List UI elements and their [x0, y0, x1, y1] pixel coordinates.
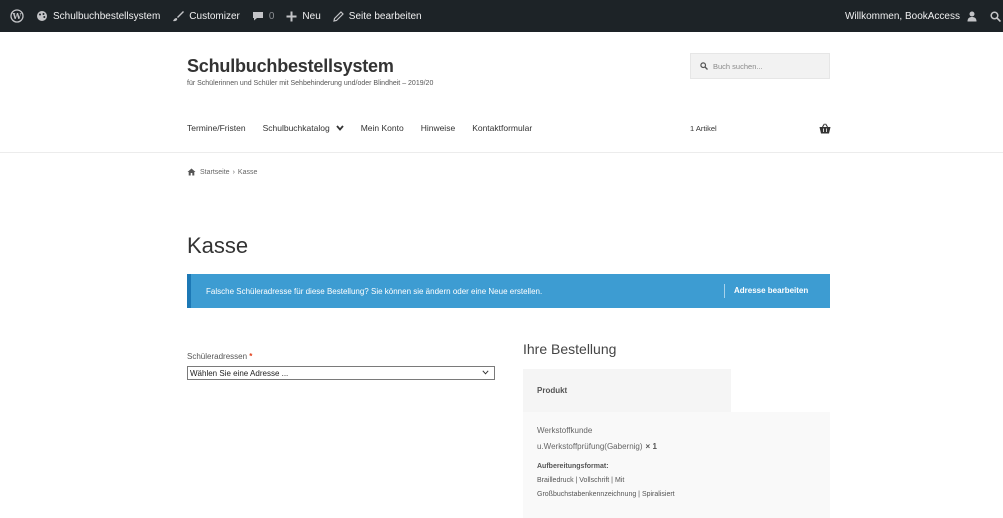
nav-item-label: Schulbuchkatalog — [262, 123, 330, 133]
adminbar-comments-count: 0 — [268, 10, 275, 22]
nav-item-termine[interactable]: Termine/Fristen — [187, 123, 246, 133]
adminbar-site-label: Schulbuchbestellsystem — [53, 10, 161, 22]
user-avatar-icon — [967, 11, 977, 22]
primary-navigation: Termine/Fristen Schulbuchkatalog Mein Ko… — [187, 123, 549, 133]
site-title[interactable]: Schulbuchbestellsystem — [187, 56, 394, 77]
notice-divider — [724, 284, 725, 298]
format-value-line1: Brailledruck | Vollschrift | Mit — [537, 477, 625, 484]
cart-button[interactable] — [819, 121, 831, 139]
comment-icon — [252, 12, 263, 21]
address-select-value: Wählen Sie eine Adresse ... — [190, 368, 289, 378]
product-name-line2-text: u.Werkstoffprüfung(Gabernig) — [537, 442, 643, 451]
brush-icon — [173, 11, 185, 22]
search-icon — [990, 10, 1001, 22]
order-table-header: Produkt — [523, 369, 731, 412]
format-value-line2: Großbuchstabenkennzeichnung | Spiralisie… — [537, 491, 675, 498]
product-name-line1: Werkstoffkunde — [537, 426, 593, 435]
adminbar-comments-link[interactable]: 0 — [246, 0, 281, 32]
basket-icon — [819, 123, 831, 134]
adminbar-customizer-link[interactable]: Customizer — [166, 0, 246, 32]
address-label-text: Schüleradressen — [187, 352, 248, 361]
adminbar-edit-page-link[interactable]: Seite bearbeiten — [327, 0, 428, 32]
adminbar-new-link[interactable]: Neu — [280, 0, 326, 32]
svg-text:W: W — [12, 11, 23, 21]
address-select[interactable]: Wählen Sie eine Adresse ... — [187, 366, 495, 380]
edit-address-button[interactable]: Adresse bearbeiten — [734, 286, 808, 295]
adminbar-customizer-label: Customizer — [189, 10, 240, 22]
nav-item-hinweise[interactable]: Hinweise — [421, 123, 456, 133]
product-quantity: × 1 — [645, 442, 657, 451]
wordpress-icon: W — [10, 9, 24, 23]
chevron-down-icon — [336, 125, 344, 131]
home-icon — [187, 168, 196, 176]
adminbar-new-label: Neu — [302, 10, 321, 22]
breadcrumb-current: Kasse — [237, 168, 258, 176]
notice-message: Falsche Schüleradresse für diese Bestell… — [206, 286, 543, 296]
page-title: Kasse — [187, 233, 249, 258]
adminbar-wordpress-menu[interactable]: W — [0, 0, 30, 32]
search-placeholder: Buch suchen... — [713, 61, 763, 71]
nav-item-kontaktformular[interactable]: Kontaktformular — [472, 123, 532, 133]
nav-item-label: Kontaktformular — [472, 123, 533, 133]
nav-item-label: Hinweise — [420, 123, 456, 133]
adminbar-greeting: Willkommen, BookAccess — [844, 10, 960, 22]
plus-icon — [286, 11, 297, 21]
chevron-down-icon — [482, 370, 489, 375]
format-label: Aufbereitungsformat: — [537, 463, 609, 470]
pencil-icon — [333, 10, 344, 22]
nav-item-label: Termine/Fristen — [187, 123, 246, 133]
adminbar-site-link[interactable]: Schulbuchbestellsystem — [30, 0, 166, 32]
cart-count-link[interactable]: 1 Artikel — [690, 124, 717, 133]
breadcrumb-separator: › — [232, 168, 235, 176]
column-product-label: Produkt — [537, 386, 568, 395]
breadcrumb-home-link[interactable]: Startseite — [200, 169, 230, 176]
search-icon — [700, 62, 708, 70]
product-name-line2: u.Werkstoffprüfung(Gabernig) × 1 — [537, 442, 657, 451]
adminbar-edit-page-label: Seite bearbeiten — [348, 10, 422, 22]
address-field-label: Schüleradressen * — [187, 352, 252, 361]
palette-icon — [37, 11, 47, 21]
nav-item-label: Mein Konto — [360, 123, 404, 133]
product-search-input[interactable]: Buch suchen... — [690, 53, 830, 79]
adminbar-account-menu[interactable]: Willkommen, BookAccess — [839, 0, 984, 32]
nav-item-mein-konto[interactable]: Mein Konto — [361, 123, 404, 133]
order-heading: Ihre Bestellung — [523, 341, 617, 357]
breadcrumb: Startseite › Kasse — [187, 168, 257, 176]
nav-item-schulbuchkatalog[interactable]: Schulbuchkatalog — [263, 123, 344, 133]
adminbar-search[interactable] — [984, 0, 1003, 32]
required-marker: * — [249, 352, 253, 361]
site-tagline: für Schülerinnen und Schüler mit Sehbehi… — [187, 80, 434, 87]
admin-bar: W Schulbuchbestellsystem Customizer 0 Ne… — [0, 0, 1003, 32]
header-divider — [0, 152, 1003, 153]
